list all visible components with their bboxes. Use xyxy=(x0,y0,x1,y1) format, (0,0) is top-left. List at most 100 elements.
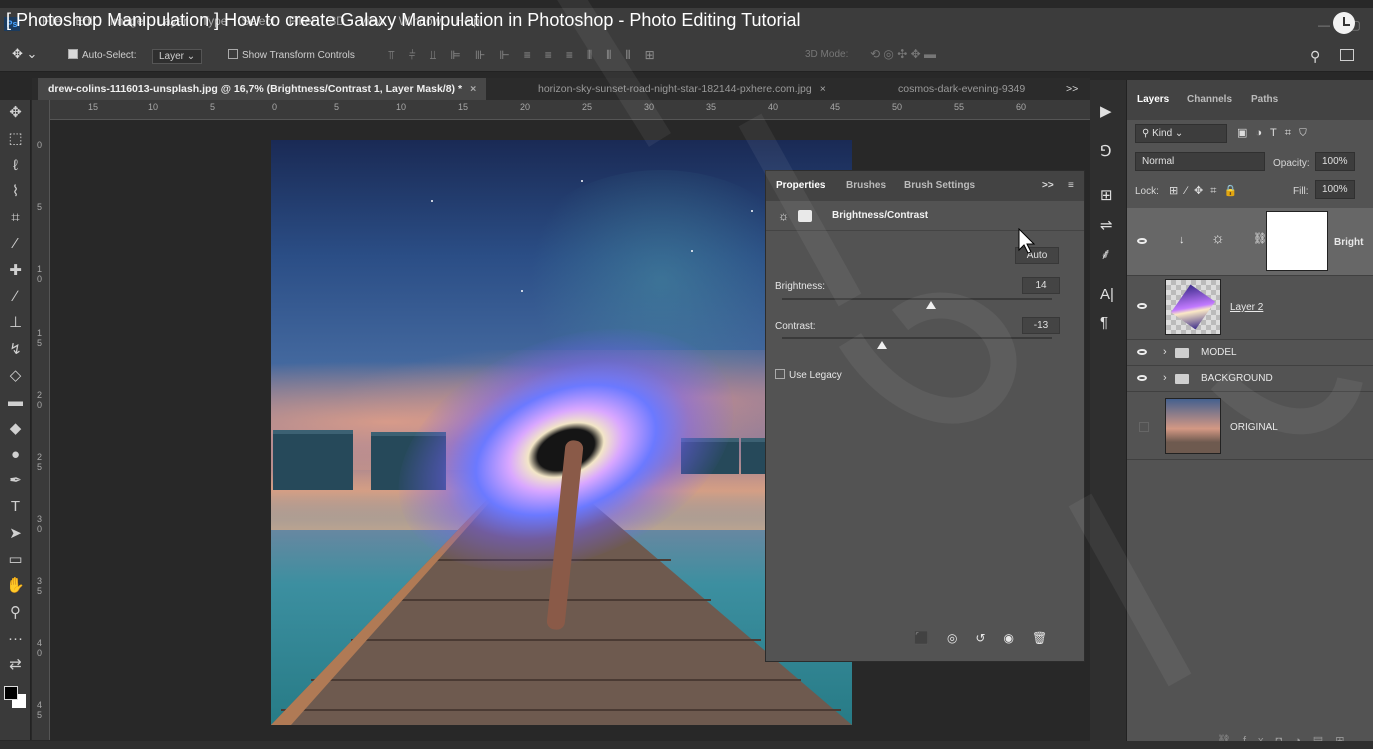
history-brush-tool-icon[interactable]: ↯ xyxy=(0,337,31,363)
align-right-icon[interactable]: ⊩ xyxy=(499,48,509,63)
fill-field[interactable]: 100% xyxy=(1315,180,1355,199)
character-icon[interactable]: A| xyxy=(1100,286,1114,303)
auto-select-checkbox[interactable]: Auto-Select: xyxy=(68,49,136,61)
brightness-slider-thumb[interactable] xyxy=(925,301,936,309)
type-tool-icon[interactable]: T xyxy=(0,494,31,520)
brush-tool-icon[interactable]: ∕ xyxy=(0,284,31,310)
adjustments-icon[interactable]: ⇌ xyxy=(1100,216,1113,234)
brightness-value-field[interactable]: 14 xyxy=(1022,277,1060,294)
auto-select-target-dropdown[interactable]: Layer ⌄ xyxy=(152,49,203,64)
close-icon[interactable]: × xyxy=(470,83,476,95)
show-transform-checkbox[interactable]: Show Transform Controls xyxy=(228,49,355,61)
chevron-right-icon[interactable]: › xyxy=(1163,346,1167,358)
rectangle-tool-icon[interactable]: ▭ xyxy=(0,547,31,573)
contrast-slider-track[interactable] xyxy=(782,337,1052,339)
opacity-field[interactable]: 100% xyxy=(1315,152,1355,171)
contrast-slider-thumb[interactable] xyxy=(876,341,887,349)
auto-align-icon[interactable]: ⊞ xyxy=(645,48,655,63)
foreground-color-swatch[interactable] xyxy=(4,686,18,700)
align-top-icon[interactable]: ⫪ xyxy=(388,48,395,63)
tab-cosmos[interactable]: cosmos-dark-evening-9349 xyxy=(888,78,1035,100)
distribute-bottom-icon[interactable]: ≡ xyxy=(566,48,573,63)
eye-icon[interactable] xyxy=(1137,238,1147,244)
layer-row-brightness[interactable]: ↓ ☼ ⛓ Bright xyxy=(1127,208,1373,276)
layer-mask-thumbnail[interactable] xyxy=(1266,211,1328,271)
distribute-center-icon[interactable]: ≡ xyxy=(545,48,552,63)
eyedropper-tool-icon[interactable]: ⁄ xyxy=(0,231,31,257)
align-buttons[interactable]: ⫪ ⫩ ⫫ ⊫ ⊪ ⊩ ≡ ≡ ≡ ⦀ ⦀ ⦀ ⊞ xyxy=(388,48,655,63)
eye-icon[interactable] xyxy=(1137,375,1147,381)
mask-icon[interactable] xyxy=(798,210,812,222)
visibility-off-box[interactable] xyxy=(1139,422,1149,432)
align-left-icon[interactable]: ⊫ xyxy=(450,48,460,63)
close-icon[interactable]: × xyxy=(820,83,826,95)
tab-layers[interactable]: Layers xyxy=(1137,94,1169,105)
distribute-right-icon[interactable]: ⦀ xyxy=(625,48,630,63)
lock-icons[interactable]: ⊞∕✥⌗🔒 xyxy=(1169,184,1244,198)
align-hcenter-icon[interactable]: ⊪ xyxy=(475,48,485,63)
tab-channels[interactable]: Channels xyxy=(1187,94,1232,105)
align-bottom-icon[interactable]: ⫫ xyxy=(430,48,437,63)
path-select-tool-icon[interactable]: ➤ xyxy=(0,521,31,547)
visibility-icon[interactable]: ◉ xyxy=(1004,631,1014,645)
blend-mode-dropdown[interactable]: Normal xyxy=(1135,152,1265,171)
distribute-center-h-icon[interactable]: ⦀ xyxy=(606,48,611,63)
paragraph-icon[interactable]: ¶ xyxy=(1100,314,1108,331)
workspace-icon[interactable] xyxy=(1340,49,1354,61)
eye-icon[interactable] xyxy=(1137,349,1147,355)
swap-colors-icon[interactable]: ⇄ xyxy=(0,652,31,678)
tab-paths[interactable]: Paths xyxy=(1251,94,1278,105)
distribute-top-icon[interactable]: ≡ xyxy=(524,48,531,63)
layer-name: MODEL xyxy=(1201,347,1237,358)
distribute-left-icon[interactable]: ⦀ xyxy=(587,48,592,63)
layer-row-original[interactable]: ORIGINAL xyxy=(1127,392,1373,460)
use-legacy-checkbox[interactable]: Use Legacy xyxy=(775,369,842,381)
layer-filter-icons[interactable]: ▣◑T⌗⛉ xyxy=(1237,126,1315,140)
zoom-tool-icon[interactable]: ⚲ xyxy=(0,600,31,626)
tab-brush-settings[interactable]: Brush Settings xyxy=(904,180,975,191)
tab-overflow-button[interactable]: >> xyxy=(1056,78,1088,100)
move-tool-icon[interactable]: ✥ ⌄ xyxy=(12,46,37,62)
tab-drew-colins[interactable]: drew-colins-1116013-unsplash.jpg @ 16,7%… xyxy=(38,78,487,100)
clip-to-layer-icon[interactable]: ⬛ xyxy=(914,631,929,645)
layer-row-model[interactable]: › MODEL xyxy=(1127,340,1373,366)
align-vcenter-icon[interactable]: ⫩ xyxy=(409,48,416,63)
crop-tool-icon[interactable]: ⌗ xyxy=(0,205,31,231)
move-tool-icon[interactable]: ✥ xyxy=(0,100,31,126)
lasso-tool-icon[interactable]: ℓ xyxy=(0,153,31,179)
search-icon[interactable]: ⚲ xyxy=(1310,48,1320,65)
clock-icon[interactable] xyxy=(1333,12,1355,34)
gradient-tool-icon[interactable]: ▬ xyxy=(0,389,31,415)
eraser-tool-icon[interactable]: ◇ xyxy=(0,363,31,389)
layer-filter-dropdown[interactable]: ⚲ Kind ⌄ xyxy=(1135,124,1227,143)
libraries-icon[interactable]: ⊞ xyxy=(1100,186,1113,204)
play-actions-icon[interactable]: ▶ xyxy=(1100,102,1112,120)
brush-presets-icon[interactable]: ⸙ xyxy=(1100,244,1111,264)
brightness-slider-track[interactable] xyxy=(782,298,1052,300)
panel-menu-icon[interactable]: ≡ xyxy=(1068,180,1074,191)
trash-icon[interactable]: 🗑 xyxy=(1032,631,1047,645)
more-tools-icon[interactable]: ··· xyxy=(0,626,31,652)
panel-collapse-button[interactable]: >> xyxy=(1042,180,1054,191)
layer-row-background[interactable]: › BACKGROUND xyxy=(1127,366,1373,392)
dodge-tool-icon[interactable]: ● xyxy=(0,442,31,468)
layer-row-layer2[interactable]: Layer 2 xyxy=(1127,276,1373,340)
marquee-tool-icon[interactable]: ⬚ xyxy=(0,126,31,152)
3d-mode-icons[interactable]: ⟲ ◎ ✣ ✥ ▬ xyxy=(870,47,936,61)
quick-select-tool-icon[interactable]: ⌇ xyxy=(0,179,31,205)
hand-tool-icon[interactable]: ✋ xyxy=(0,573,31,599)
clone-stamp-tool-icon[interactable]: ⊥ xyxy=(0,310,31,336)
folder-icon xyxy=(1175,374,1189,384)
chevron-right-icon[interactable]: › xyxy=(1163,372,1167,384)
tab-properties[interactable]: Properties xyxy=(776,180,825,191)
history-icon[interactable]: ⅁ xyxy=(1100,142,1112,160)
eye-icon[interactable] xyxy=(1137,303,1147,309)
pen-tool-icon[interactable]: ✒ xyxy=(0,468,31,494)
reset-icon[interactable]: ↺ xyxy=(975,631,985,645)
view-previous-icon[interactable]: ◎ xyxy=(947,631,957,645)
contrast-value-field[interactable]: -13 xyxy=(1022,317,1060,334)
blur-tool-icon[interactable]: ◆ xyxy=(0,416,31,442)
healing-brush-tool-icon[interactable]: ✚ xyxy=(0,258,31,284)
tab-horizon-sky[interactable]: horizon-sky-sunset-road-night-star-18214… xyxy=(528,78,836,100)
tab-brushes[interactable]: Brushes xyxy=(846,180,886,191)
